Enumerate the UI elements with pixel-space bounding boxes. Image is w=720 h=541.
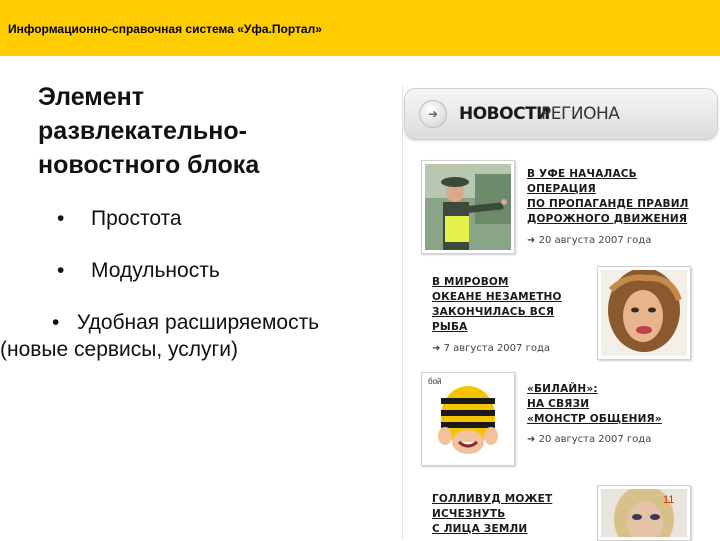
news-headline-3[interactable]: «БИЛАЙН»: НА СВЯЗИ «МОНСТР ОБЩЕНИЯ» — [527, 382, 662, 427]
slide-title: Элемент развлекательно-новостного блока — [38, 83, 260, 179]
news-thumbnail-hollywood[interactable] — [597, 485, 691, 541]
headline-line[interactable]: В МИРОВОМ — [432, 275, 562, 290]
news-date-2: ➜ 7 августа 2007 года — [432, 343, 550, 354]
headline-line[interactable]: ОПЕРАЦИЯ — [527, 182, 689, 197]
bullet-text: Удобная расширяемость — [76, 311, 320, 334]
headline-line[interactable]: «БИЛАЙН»: — [527, 382, 662, 397]
arrow-icon: ➜ — [432, 343, 441, 354]
bullet-mark: • — [57, 207, 65, 230]
headline-line[interactable]: ИСЧЕЗНУТЬ — [432, 507, 552, 522]
news-block-header[interactable]: ➜ НОВОСТИ РЕГИОНА — [404, 88, 718, 140]
headline-line[interactable]: «МОНСТР ОБЩЕНИЯ» — [527, 412, 662, 427]
news-date-1: ➜ 20 августа 2007 года — [527, 235, 651, 246]
bullet-text-continued: (новые сервисы, услуги) — [0, 338, 238, 362]
bullet-text: Модульность — [91, 259, 220, 282]
news-title-bold: НОВОСТИ — [459, 104, 550, 124]
headline-line[interactable]: НА СВЯЗИ — [527, 397, 662, 412]
news-title-light: РЕГИОНА — [541, 104, 620, 124]
headline-line[interactable]: ЗАКОНЧИЛАСЬ ВСЯ — [432, 305, 562, 320]
headline-line[interactable]: ПО ПРОПАГАНДЕ ПРАВИЛ — [527, 197, 689, 212]
header-title: Информационно-справочная система «Уфа.По… — [8, 22, 322, 36]
arrow-icon: ➜ — [527, 434, 536, 445]
headline-line[interactable]: РЫБА — [432, 320, 562, 335]
headline-line[interactable]: В УФЕ НАЧАЛАСЬ — [527, 167, 689, 182]
date-text: 7 августа 2007 года — [443, 343, 550, 354]
date-text: 20 августа 2007 года — [538, 434, 652, 445]
bullet-mark: • — [52, 311, 60, 334]
page-number: 11 — [663, 494, 675, 506]
headline-line[interactable]: ОКЕАНЕ НЕЗАМЕТНО — [432, 290, 562, 305]
thumbnail-caption: бой — [428, 377, 442, 386]
news-headline-2[interactable]: В МИРОВОМ ОКЕАНЕ НЕЗАМЕТНО ЗАКОНЧИЛАСЬ В… — [432, 275, 562, 335]
news-thumbnail-beeline[interactable]: бой — [421, 372, 515, 466]
headline-line[interactable]: ДОРОЖНОГО ДВИЖЕНИЯ — [527, 212, 689, 227]
arrow-right-icon[interactable]: ➜ — [419, 100, 447, 128]
date-text: 20 августа 2007 года — [538, 235, 652, 246]
bullet-extensibility: • Удобная расширяемость (новые сервисы, … — [0, 309, 320, 364]
arrow-icon: ➜ — [527, 235, 536, 246]
news-thumbnail-woman[interactable] — [597, 266, 691, 360]
headline-line[interactable]: ГОЛЛИВУД МОЖЕТ — [432, 492, 552, 507]
news-date-3: ➜ 20 августа 2007 года — [527, 434, 651, 445]
news-thumbnail-traffic-police[interactable] — [421, 160, 515, 254]
headline-line[interactable]: С ЛИЦА ЗЕМЛИ — [432, 522, 552, 537]
woman-face-image — [601, 270, 687, 356]
bullet-text: Простота — [91, 207, 182, 230]
police-officer-image — [425, 164, 511, 250]
bullet-mark: • — [57, 259, 65, 282]
striped-hat-child-image — [425, 376, 511, 462]
news-headline-1[interactable]: В УФЕ НАЧАЛАСЬ ОПЕРАЦИЯ ПО ПРОПАГАНДЕ ПР… — [527, 167, 689, 227]
news-headline-4[interactable]: ГОЛЛИВУД МОЖЕТ ИСЧЕЗНУТЬ С ЛИЦА ЗЕМЛИ — [432, 492, 552, 537]
